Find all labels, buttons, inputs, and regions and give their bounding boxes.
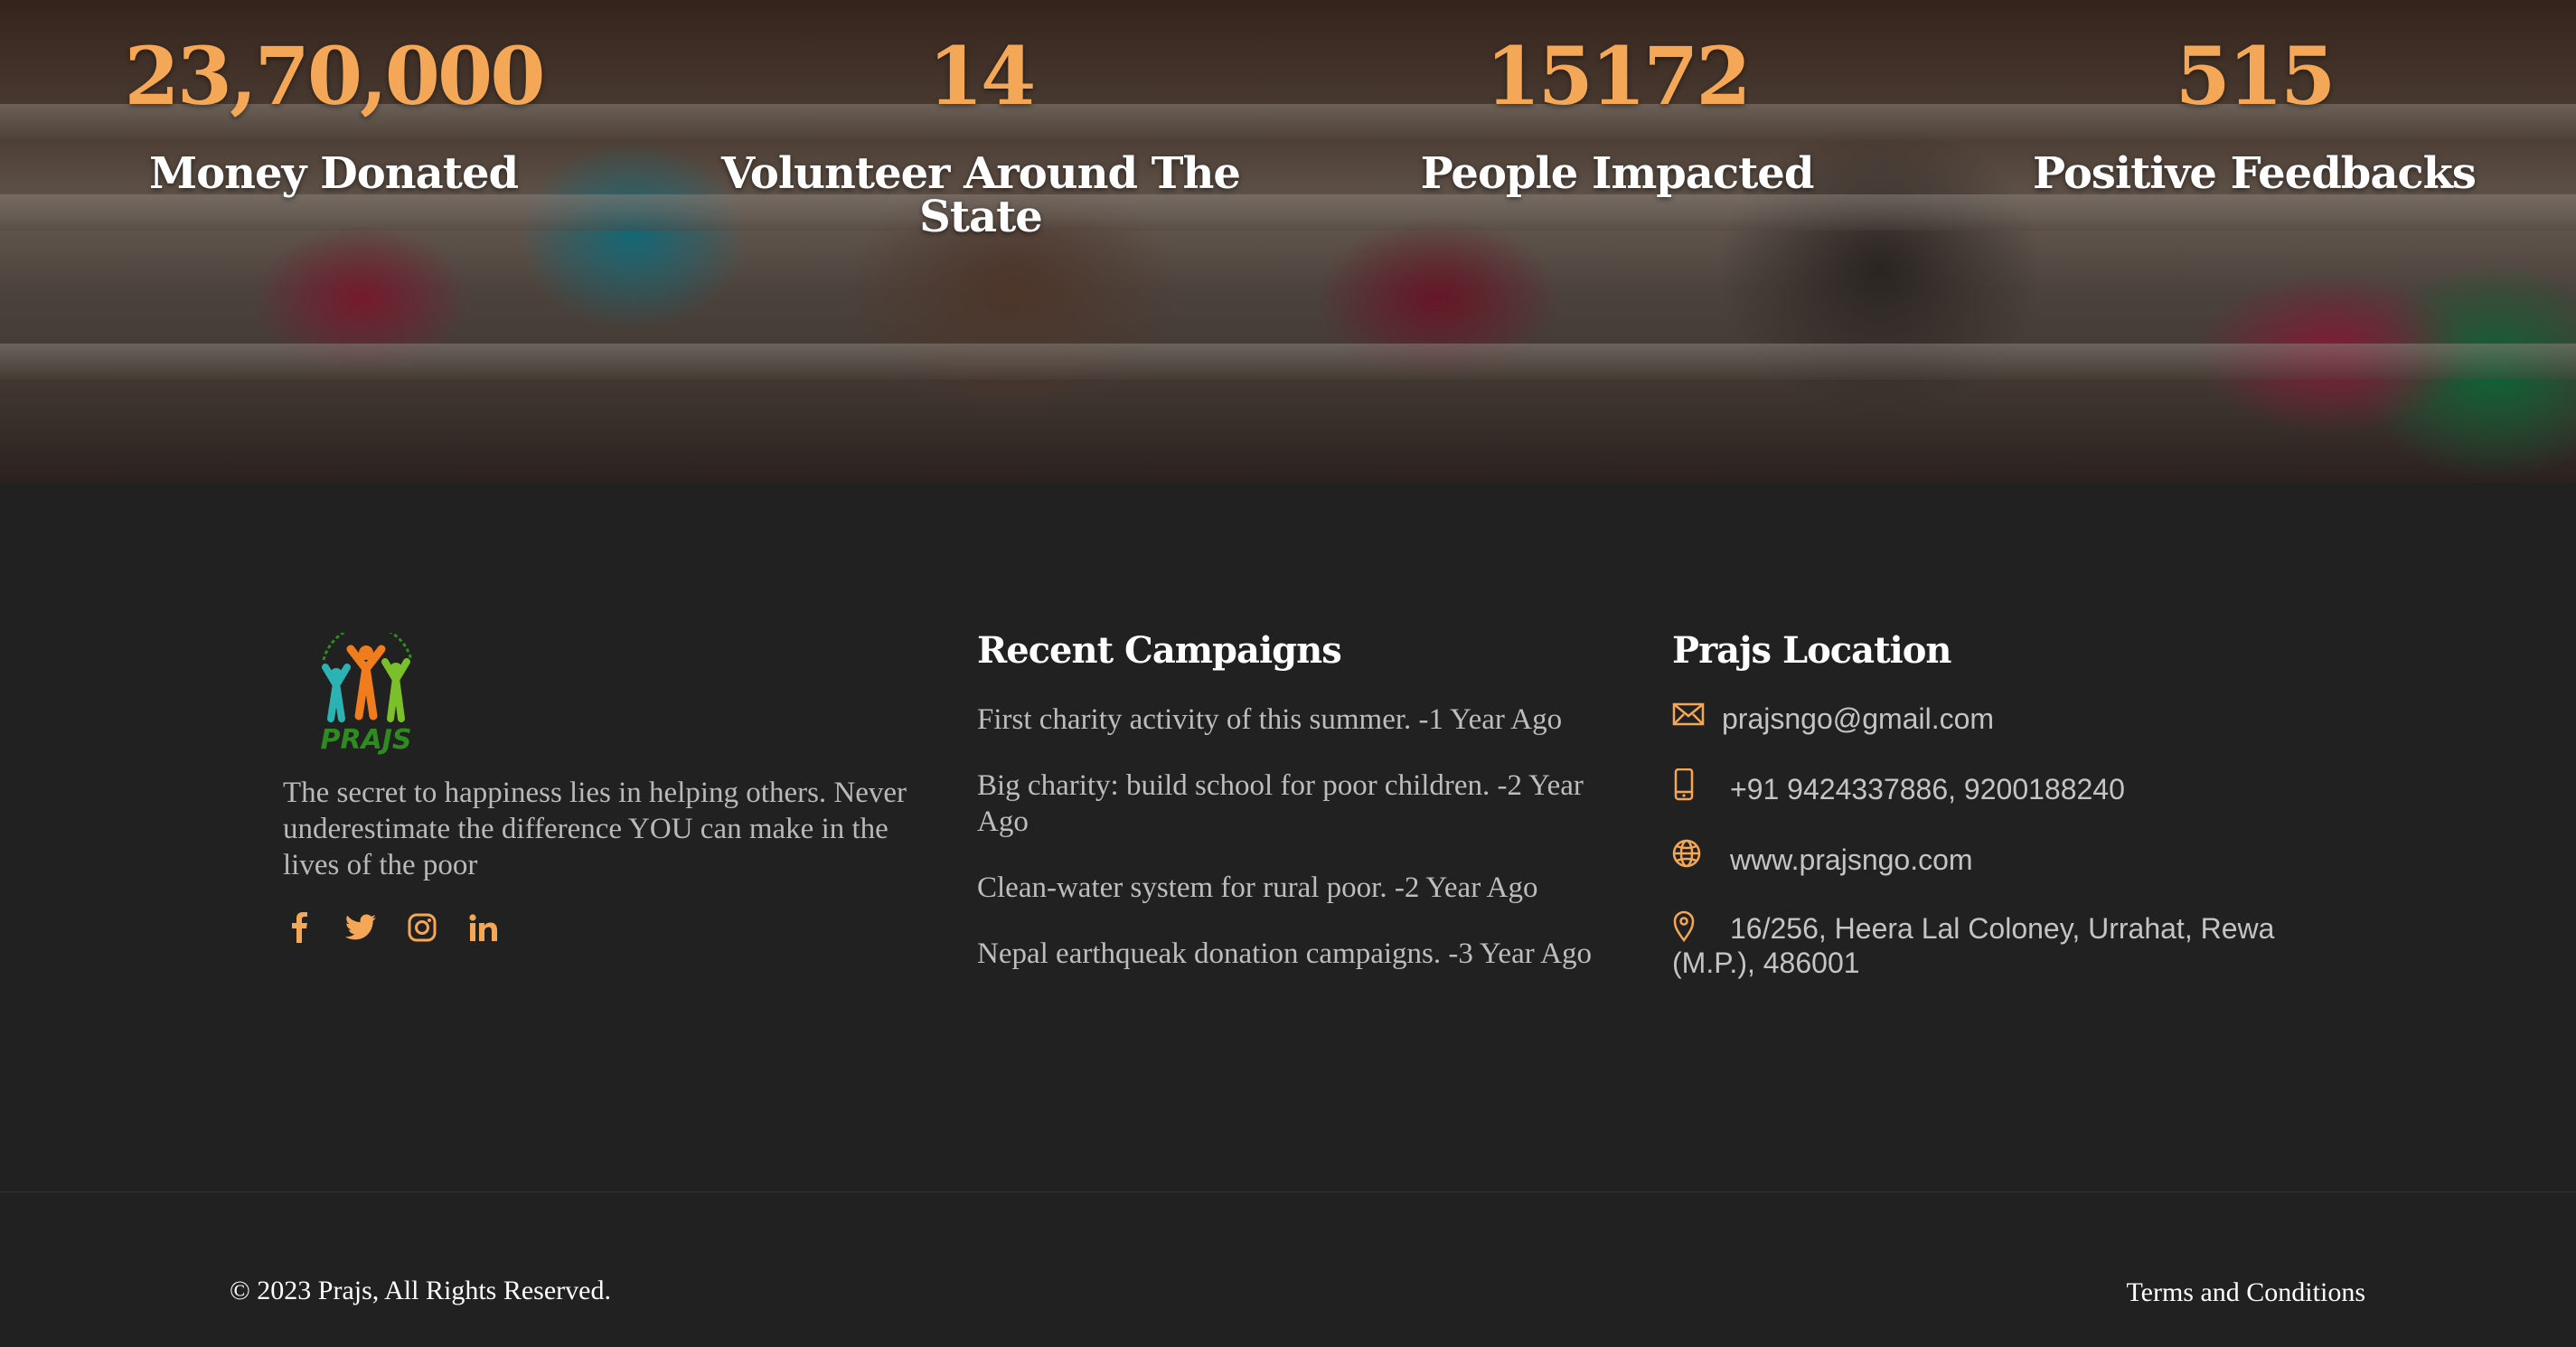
stat-value: 15172 bbox=[1485, 29, 1751, 123]
stat-label: Money Donated bbox=[148, 148, 519, 199]
stat-value: 515 bbox=[2175, 29, 2336, 123]
envelope-icon bbox=[1672, 702, 1705, 726]
social-links bbox=[283, 911, 500, 944]
campaign-item[interactable]: Big charity: build school for poor child… bbox=[977, 768, 1628, 840]
recent-campaigns-heading: Recent Campaigns bbox=[977, 629, 1342, 672]
instagram-icon[interactable] bbox=[406, 911, 438, 944]
website-row[interactable]: www.prajsngo.com bbox=[1672, 839, 2305, 877]
campaign-list: First charity activity of this summer. -… bbox=[977, 702, 1628, 972]
stat-positive-feedbacks: 515 Positive Feedbacks bbox=[1983, 36, 2525, 195]
stat-volunteers: 14 Volunteer Around The State bbox=[710, 36, 1252, 239]
address-row: 16/256, Heera Lal Coloney, Urrahat, Rewa… bbox=[1672, 909, 2305, 980]
prajs-location: Prajs Location prajsngo@gmail.com +91 94… bbox=[1672, 633, 2305, 980]
twitter-icon[interactable] bbox=[344, 911, 377, 944]
phone-row[interactable]: +91 9424337886, 9200188240 bbox=[1672, 768, 2305, 806]
phone-text: +91 9424337886, 9200188240 bbox=[1730, 773, 2125, 805]
stat-label: People Impacted bbox=[1420, 148, 1815, 199]
campaign-item[interactable]: Clean-water system for rural poor. -2 Ye… bbox=[977, 870, 1628, 906]
prajs-logo-icon: PRAJS bbox=[320, 624, 413, 756]
email-text: prajsngo@gmail.com bbox=[1722, 702, 1995, 735]
stat-people-impacted: 15172 People Impacted bbox=[1346, 36, 1888, 195]
email-row[interactable]: prajsngo@gmail.com bbox=[1672, 698, 2305, 736]
stat-value: 14 bbox=[927, 29, 1036, 123]
campaign-item[interactable]: Nepal earthqueak donation campaigns. -3 … bbox=[977, 936, 1628, 972]
logo-text: PRAJS bbox=[320, 724, 411, 755]
stats-banner: 23,70,000 Money Donated 14 Volunteer Aro… bbox=[0, 0, 2576, 484]
address-text: 16/256, Heera Lal Coloney, Urrahat, Rewa… bbox=[1672, 912, 2275, 979]
stat-money-donated: 23,70,000 Money Donated bbox=[62, 36, 605, 195]
prajs-logo[interactable]: PRAJS bbox=[307, 624, 425, 756]
map-pin-icon bbox=[1673, 910, 1695, 943]
facebook-icon[interactable] bbox=[283, 911, 315, 944]
linkedin-icon[interactable] bbox=[467, 911, 500, 944]
brand-tagline: The secret to happiness lies in helping … bbox=[283, 777, 907, 881]
location-heading: Prajs Location bbox=[1672, 629, 1952, 672]
stat-label: Volunteer Around The State bbox=[721, 148, 1241, 242]
globe-icon bbox=[1672, 839, 1701, 868]
mobile-phone-icon bbox=[1674, 768, 1694, 801]
terms-link[interactable]: Terms and Conditions bbox=[2126, 1279, 2365, 1306]
website-link[interactable]: www.prajsngo.com bbox=[1730, 839, 1973, 877]
stat-value: 23,70,000 bbox=[124, 29, 546, 123]
copyright-text: © 2023 Prajs, All Rights Reserved. bbox=[230, 1276, 611, 1305]
campaign-item[interactable]: First charity activity of this summer. -… bbox=[977, 702, 1628, 738]
recent-campaigns: Recent Campaigns First charity activity … bbox=[977, 633, 1628, 1002]
stat-label: Positive Feedbacks bbox=[2033, 148, 2477, 199]
